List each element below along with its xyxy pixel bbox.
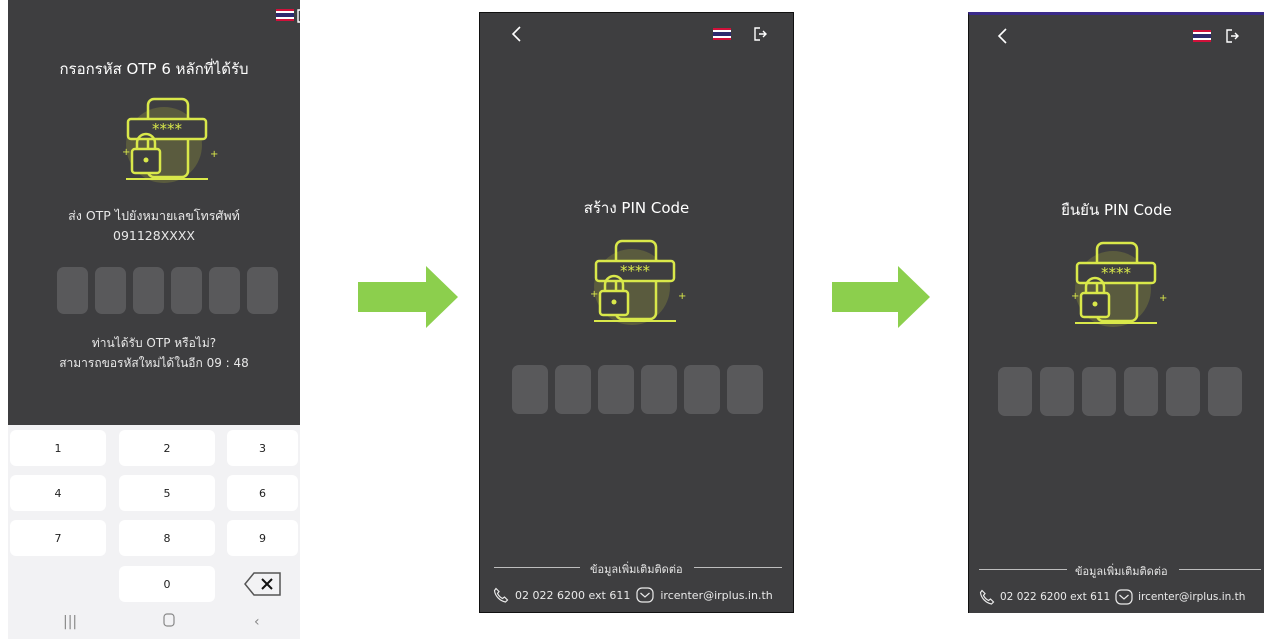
lock-password-illustration: **** + + bbox=[1071, 241, 1167, 327]
otp-screen: กรอกรหัส OTP 6 หลักที่ได้รับ **** + + ส่… bbox=[8, 0, 300, 639]
confirm-pin-title: ยืนยัน PIN Code bbox=[1061, 201, 1172, 219]
pin-digit-box[interactable] bbox=[1040, 367, 1074, 416]
mail-icon bbox=[636, 587, 654, 603]
contact-row: 02 022 6200 ext 611 ircenter@irplus.in.t… bbox=[493, 587, 773, 603]
otp-send-text: ส่ง OTP ไปยังหมายเลขโทรศัพท์ bbox=[68, 208, 240, 223]
pin-digit-box[interactable] bbox=[998, 367, 1032, 416]
key-4[interactable]: 4 bbox=[10, 475, 106, 511]
pin-digit-box[interactable] bbox=[512, 365, 548, 414]
phone-number: 091128XXXX bbox=[113, 228, 195, 243]
create-pin-title: สร้าง PIN Code bbox=[583, 199, 690, 217]
pin-input-group[interactable] bbox=[998, 367, 1242, 416]
logout-icon[interactable] bbox=[753, 26, 767, 41]
email-address[interactable]: ircenter@irplus.in.th bbox=[660, 589, 772, 602]
resend-question: ท่านได้รับ OTP หรือไม่? bbox=[91, 336, 217, 350]
logout-icon[interactable] bbox=[296, 8, 300, 23]
phone-number[interactable]: 02 022 6200 ext 611 bbox=[1000, 591, 1110, 603]
thai-flag-icon[interactable] bbox=[276, 9, 294, 21]
contact-row: 02 022 6200 ext 611 ircenter@irplus.in.t… bbox=[979, 589, 1245, 605]
numeric-keypad: 1 2 3 4 5 6 7 8 9 0 bbox=[8, 425, 300, 605]
pin-digit-box[interactable] bbox=[641, 365, 677, 414]
key-9[interactable]: 9 bbox=[227, 520, 298, 556]
otp-title: กรอกรหัส OTP 6 หลักที่ได้รับ bbox=[59, 60, 249, 78]
create-pin-screen: สร้าง PIN Code **** + + ข้อมูลเพิ่มเติมต… bbox=[479, 12, 794, 613]
phone-number[interactable]: 02 022 6200 ext 611 bbox=[515, 589, 630, 602]
pin-digit-box[interactable] bbox=[1082, 367, 1116, 416]
backspace-key[interactable] bbox=[227, 566, 298, 602]
contact-info-label: ข้อมูลเพิ่มเติมติดต่อ bbox=[1075, 565, 1168, 578]
thai-flag-icon[interactable] bbox=[1193, 30, 1211, 42]
svg-text:+: + bbox=[678, 291, 686, 302]
recents-icon[interactable]: ||| bbox=[63, 614, 77, 630]
key-1[interactable]: 1 bbox=[10, 430, 106, 466]
logout-icon[interactable] bbox=[1225, 28, 1239, 43]
contact-info-label: ข้อมูลเพิ่มเติมติดต่อ bbox=[590, 563, 683, 576]
mail-icon bbox=[1115, 589, 1133, 605]
otp-input-group[interactable] bbox=[57, 267, 278, 314]
key-5[interactable]: 5 bbox=[119, 475, 215, 511]
svg-text:****: **** bbox=[1101, 264, 1132, 282]
lock-password-illustration: **** + + bbox=[590, 239, 686, 325]
pin-digit-box[interactable] bbox=[727, 365, 763, 414]
svg-text:+: + bbox=[590, 289, 598, 300]
key-0[interactable]: 0 bbox=[119, 566, 215, 602]
svg-text:+: + bbox=[210, 149, 218, 160]
flow-arrow-icon bbox=[358, 266, 458, 328]
key-3[interactable]: 3 bbox=[227, 430, 298, 466]
svg-text:+: + bbox=[1159, 293, 1167, 304]
pin-input-group[interactable] bbox=[512, 365, 763, 414]
confirm-pin-screen: ยืนยัน PIN Code **** + + ข้อมูลเพิ่มเติม… bbox=[968, 12, 1264, 613]
pin-digit-box[interactable] bbox=[1166, 367, 1200, 416]
otp-digit-box[interactable] bbox=[133, 267, 164, 314]
thai-flag-icon[interactable] bbox=[713, 28, 731, 40]
key-7[interactable]: 7 bbox=[10, 520, 106, 556]
android-nav-bar: ||| ‹ bbox=[8, 605, 300, 639]
home-icon[interactable] bbox=[163, 613, 175, 631]
key-6[interactable]: 6 bbox=[227, 475, 298, 511]
pin-digit-box[interactable] bbox=[1124, 367, 1158, 416]
pin-digit-box[interactable] bbox=[1208, 367, 1242, 416]
otp-digit-box[interactable] bbox=[57, 267, 88, 314]
lock-password-illustration: **** + + bbox=[122, 97, 218, 183]
otp-digit-box[interactable] bbox=[171, 267, 202, 314]
key-2[interactable]: 2 bbox=[119, 430, 215, 466]
phone-icon bbox=[493, 587, 509, 603]
svg-text:+: + bbox=[1071, 291, 1079, 302]
back-nav-icon[interactable]: ‹ bbox=[254, 614, 260, 630]
back-icon[interactable] bbox=[510, 26, 522, 42]
otp-digit-box[interactable] bbox=[247, 267, 278, 314]
back-icon[interactable] bbox=[996, 28, 1008, 44]
pin-digit-box[interactable] bbox=[555, 365, 591, 414]
resend-countdown: สามารถขอรหัสใหม่ได้ในอีก 09 : 48 bbox=[59, 356, 249, 370]
svg-text:+: + bbox=[122, 147, 130, 158]
pin-digit-box[interactable] bbox=[598, 365, 634, 414]
pin-digit-box[interactable] bbox=[684, 365, 720, 414]
otp-digit-box[interactable] bbox=[95, 267, 126, 314]
flow-arrow-icon bbox=[832, 266, 930, 328]
phone-icon bbox=[979, 589, 995, 605]
email-address[interactable]: ircenter@irplus.in.th bbox=[1138, 591, 1245, 603]
key-8[interactable]: 8 bbox=[119, 520, 215, 556]
svg-text:****: **** bbox=[152, 120, 183, 138]
backspace-icon bbox=[243, 572, 281, 596]
otp-digit-box[interactable] bbox=[209, 267, 240, 314]
svg-text:****: **** bbox=[620, 262, 651, 280]
